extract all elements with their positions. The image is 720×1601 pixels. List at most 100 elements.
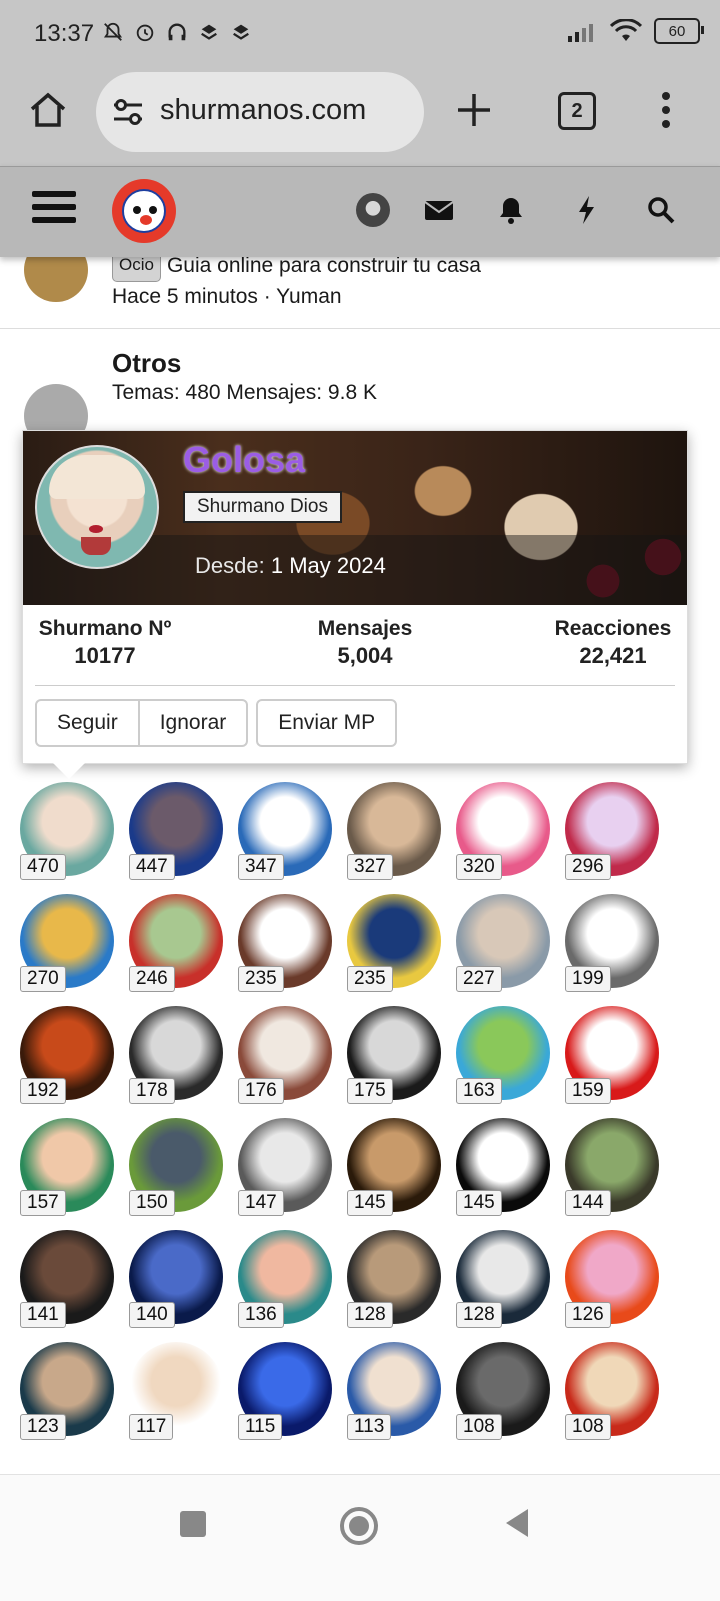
user-avatar-cell[interactable]: 235 — [347, 894, 441, 992]
user-avatar-cell[interactable]: 163 — [456, 1006, 550, 1104]
reaction-count-badge: 144 — [565, 1190, 611, 1216]
user-avatar-cell[interactable]: 141 — [20, 1230, 114, 1328]
user-avatar-cell[interactable]: 144 — [565, 1118, 659, 1216]
system-navigation-bar — [0, 1474, 720, 1601]
status-right: 60 — [568, 18, 704, 44]
user-avatar-cell[interactable]: 199 — [565, 894, 659, 992]
reaction-count-badge: 117 — [129, 1414, 174, 1440]
user-avatar-cell[interactable]: 227 — [456, 894, 550, 992]
reaction-count-badge: 145 — [347, 1190, 393, 1216]
follow-button[interactable]: Seguir — [35, 699, 140, 747]
divider — [35, 685, 675, 686]
lightning-icon[interactable] — [572, 195, 602, 225]
headphones-icon — [168, 23, 186, 41]
profile-popup: Golosa Shurmano Dios Desde: 1 May 2024 S… — [22, 430, 688, 779]
user-avatar-cell[interactable]: 178 — [129, 1006, 223, 1104]
reaction-count-badge: 235 — [238, 966, 284, 992]
user-avatar-cell[interactable]: 235 — [238, 894, 332, 992]
user-avatar-cell[interactable]: 145 — [456, 1118, 550, 1216]
reaction-count-badge: 470 — [20, 854, 66, 880]
user-avatar[interactable] — [356, 193, 390, 227]
user-avatar-cell[interactable]: 320 — [456, 782, 550, 880]
user-avatar-cell[interactable]: 108 — [565, 1342, 659, 1440]
notification-bell-icon[interactable] — [496, 195, 526, 225]
site-settings-icon[interactable] — [112, 98, 144, 126]
user-avatar-cell[interactable]: 447 — [129, 782, 223, 880]
reaction-count-badge: 270 — [20, 966, 66, 992]
user-avatar-cell[interactable]: 136 — [238, 1230, 332, 1328]
browser-toolbar: shurmanos.com 2 — [0, 68, 720, 166]
user-avatar-cell[interactable]: 113 — [347, 1342, 441, 1440]
latest-thread-text: Ocio Guia online para construir tu casa H… — [112, 248, 481, 312]
profile-name[interactable]: Golosa — [183, 439, 305, 481]
new-tab-icon[interactable] — [456, 92, 492, 128]
reaction-count-badge: 296 — [565, 854, 611, 880]
profile-avatar[interactable] — [35, 445, 159, 569]
user-avatar-cell[interactable]: 108 — [456, 1342, 550, 1440]
address-bar[interactable]: shurmanos.com — [96, 72, 424, 152]
reaction-count-badge: 176 — [238, 1078, 284, 1104]
user-avatar-cell[interactable]: 128 — [347, 1230, 441, 1328]
user-avatar-cell[interactable]: 296 — [565, 782, 659, 880]
user-avatar-cell[interactable]: 128 — [456, 1230, 550, 1328]
stat-messages: Mensajes 5,004 — [305, 617, 425, 669]
user-avatar-cell[interactable]: 147 — [238, 1118, 332, 1216]
reaction-count-badge: 163 — [456, 1078, 502, 1104]
alarm-icon — [136, 24, 154, 42]
user-avatar-cell[interactable]: 150 — [129, 1118, 223, 1216]
stat-reactions: Reacciones 22,421 — [543, 617, 683, 669]
user-avatar-cell[interactable]: 176 — [238, 1006, 332, 1104]
category-row[interactable]: Otros Temas: 480 Mensajes: 9.8 K — [0, 328, 720, 448]
reaction-count-badge: 150 — [129, 1190, 175, 1216]
category-title[interactable]: Otros — [112, 348, 377, 378]
user-avatar-cell[interactable]: 246 — [129, 894, 223, 992]
home-icon[interactable] — [28, 90, 68, 130]
user-avatar-cell[interactable]: 347 — [238, 782, 332, 880]
ignore-button[interactable]: Ignorar — [139, 699, 249, 747]
user-avatar-cell[interactable]: 115 — [238, 1342, 332, 1440]
send-message-button[interactable]: Enviar MP — [256, 699, 398, 747]
user-avatar-cell[interactable]: 157 — [20, 1118, 114, 1216]
reaction-count-badge: 347 — [238, 854, 284, 880]
latest-thread-row[interactable]: Ocio Guia online para construir tu casa H… — [0, 238, 720, 329]
user-avatar-cell[interactable]: 270 — [20, 894, 114, 992]
reaction-count-badge: 141 — [20, 1302, 66, 1328]
user-avatar-cell[interactable]: 175 — [347, 1006, 441, 1104]
user-avatar-cell[interactable]: 126 — [565, 1230, 659, 1328]
user-avatar-cell[interactable]: 192 — [20, 1006, 114, 1104]
search-icon[interactable] — [646, 195, 676, 225]
back-icon[interactable] — [506, 1509, 528, 1537]
reaction-count-badge: 235 — [347, 966, 393, 992]
user-avatar-cell[interactable]: 327 — [347, 782, 441, 880]
home-button-icon[interactable] — [340, 1507, 378, 1545]
user-avatar-cell[interactable]: 123 — [20, 1342, 114, 1440]
stat-member-number: Shurmano Nº 10177 — [35, 617, 175, 669]
user-avatar-cell[interactable]: 470 — [20, 782, 114, 880]
thread-title[interactable]: Guia online para construir tu casa — [167, 254, 481, 277]
reaction-count-badge: 192 — [20, 1078, 66, 1104]
user-avatar-cell[interactable]: 145 — [347, 1118, 441, 1216]
reaction-count-badge: 320 — [456, 854, 502, 880]
join-date-value: 1 May 2024 — [270, 553, 386, 578]
user-avatar-cell[interactable]: 117 — [129, 1342, 223, 1440]
mute-icon — [103, 22, 123, 41]
user-avatar-cell[interactable]: 140 — [129, 1230, 223, 1328]
url-text[interactable]: shurmanos.com — [160, 94, 366, 127]
profile-actions: Seguir Ignorar Enviar MP — [35, 699, 398, 747]
more-options-icon[interactable] — [660, 90, 672, 130]
reaction-count-badge: 126 — [565, 1302, 611, 1328]
menu-icon[interactable] — [32, 191, 76, 227]
reaction-count-badge: 175 — [347, 1078, 393, 1104]
profile-stats: Shurmano Nº 10177 Mensajes 5,004 Reaccio… — [23, 617, 687, 687]
thread-meta: Hace 5 minutos · Yuman — [112, 285, 342, 308]
stat-value: 10177 — [74, 643, 136, 668]
stat-value: 5,004 — [337, 643, 393, 668]
layers-icon — [233, 24, 249, 40]
tab-switcher-button[interactable]: 2 — [558, 92, 596, 130]
category-stats: Temas: 480 Mensajes: 9.8 K — [112, 381, 377, 404]
user-avatar-cell[interactable]: 159 — [565, 1006, 659, 1104]
mail-icon[interactable] — [424, 195, 454, 225]
site-logo[interactable] — [112, 179, 176, 243]
recent-apps-icon[interactable] — [180, 1511, 206, 1537]
stat-label: Mensajes — [317, 617, 413, 640]
